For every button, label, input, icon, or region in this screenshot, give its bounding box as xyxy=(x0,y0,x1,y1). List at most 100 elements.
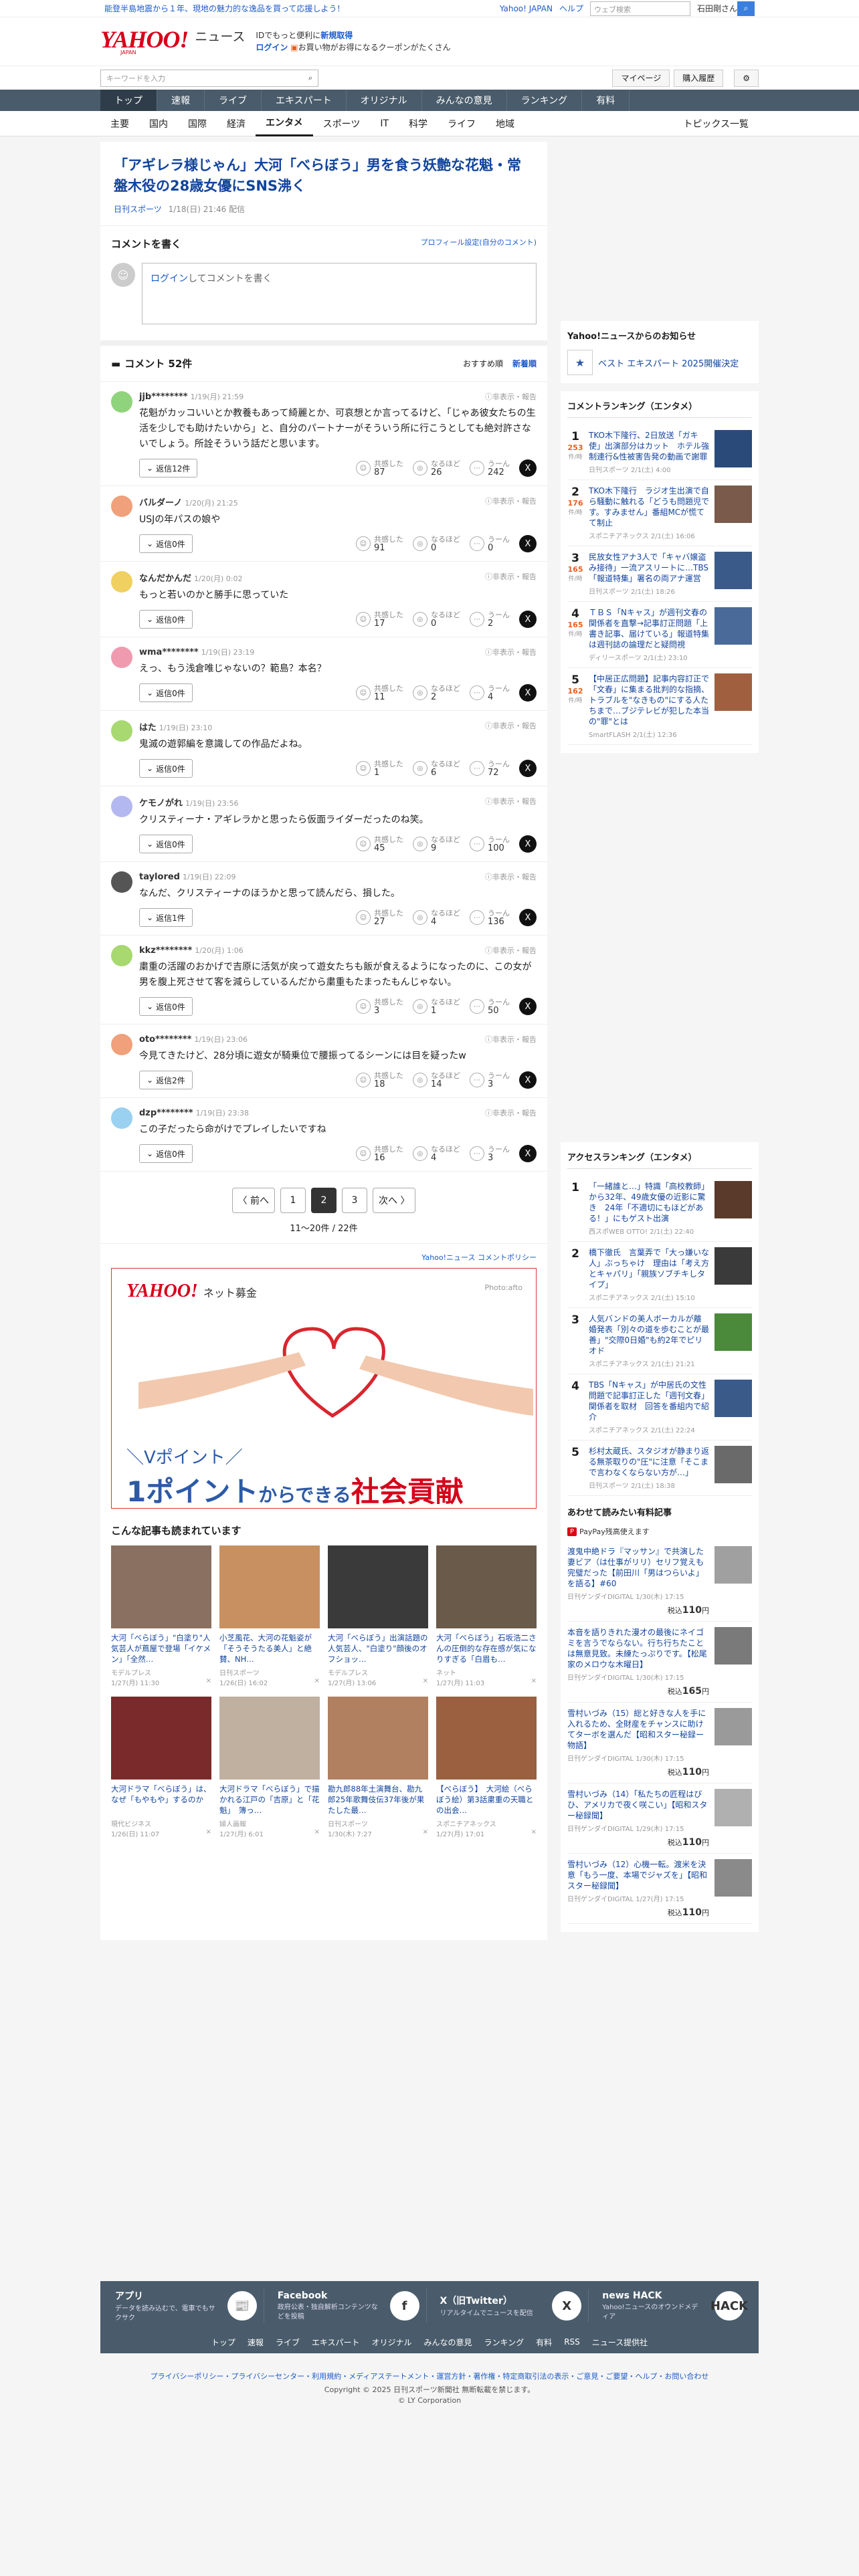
related-article-card[interactable]: 大河「べらぼう」出演話題の人気芸人、"白塗り"顔後のオフショッ… モデルプレス 1/… xyxy=(328,1545,428,1687)
comment-ranking-item[interactable]: 3 165 件/時 民放女性アナ3人で「キャバ嬢盗み接待」一流アスリートに…TBS「報… xyxy=(567,546,752,602)
comment-user[interactable]: dzp******** xyxy=(139,1108,193,1118)
footer-nav-item[interactable]: ニュース提供社 xyxy=(592,2337,648,2348)
article-thumbnail[interactable] xyxy=(219,1697,320,1780)
ranking-title[interactable]: 「一緒誰と…」特識「高校教師」から32年、49歳女優の近影に驚き 24年「不適切… xyxy=(589,1181,709,1224)
comment-user[interactable]: oto******** xyxy=(139,1035,191,1045)
reply-button[interactable]: ⌄ 返信0件 xyxy=(139,1144,193,1163)
x-share-icon[interactable]: X xyxy=(519,535,537,552)
naruhodo-button[interactable]: ◎ なるほど 26 xyxy=(413,459,460,477)
category-local[interactable]: 地域 xyxy=(486,111,524,136)
article-thumbnail[interactable] xyxy=(111,1697,211,1780)
related-article-title[interactable]: 勘九郎88年土演舞台、勘九郎25年歌舞伎伝37年後が果たした最… xyxy=(328,1784,428,1816)
agree-button[interactable]: ☺ 共感した 87 xyxy=(356,459,403,477)
page-3-button[interactable]: 3 xyxy=(342,1188,367,1213)
hide-report-link[interactable]: ⓘ非表示・報告 xyxy=(485,1107,537,1118)
uun-button[interactable]: ⋯ うーん 50 xyxy=(470,998,510,1015)
avatar[interactable] xyxy=(111,871,132,893)
paid-article-item[interactable]: 渡鬼中絶ドラ『マッサン』で共演した妻ビア（は仕事がリリ）セリフ覚えも完璧だった【… xyxy=(567,1541,752,1622)
reply-button[interactable]: ⌄ 返信0件 xyxy=(139,997,193,1016)
comment-user[interactable]: kkz******** xyxy=(139,946,192,956)
x-share-icon[interactable]: X xyxy=(519,684,537,702)
close-icon[interactable]: × xyxy=(423,1677,428,1687)
related-article-card[interactable]: 大河「べらぼう」石坂浩二さんの圧倒的な存在感が気になりすぎる「白眉も… ネット 1/… xyxy=(436,1545,537,1687)
reply-button[interactable]: ⌄ 返信0件 xyxy=(139,610,193,629)
purchase-history-button[interactable]: 購入履歴 xyxy=(674,69,724,87)
avatar[interactable] xyxy=(111,391,132,413)
hide-report-link[interactable]: ⓘ非表示・報告 xyxy=(485,647,537,657)
footer-nav-item[interactable]: 有料 xyxy=(536,2337,552,2348)
ranking-title[interactable]: ＴＢＳ「Nキャス」が週刊文春の関係者を直撃→記事訂正問題「上書き記事、届けている… xyxy=(589,607,709,650)
category-sports[interactable]: スポーツ xyxy=(313,111,371,136)
comment-user[interactable]: jjb******** xyxy=(139,392,188,402)
reply-button[interactable]: ⌄ 返信0件 xyxy=(139,534,193,553)
footer-nav-item[interactable]: RSS xyxy=(564,2337,580,2347)
footer-nav-item[interactable]: みんなの意見 xyxy=(424,2337,472,2348)
uun-button[interactable]: ⋯ うーん 3 xyxy=(470,1071,510,1089)
category-main[interactable]: 主要 xyxy=(100,111,139,136)
naruhodo-button[interactable]: ◎ なるほど 4 xyxy=(413,909,460,926)
hide-report-link[interactable]: ⓘ非表示・報告 xyxy=(485,1034,537,1045)
close-icon[interactable]: × xyxy=(531,1828,537,1838)
ranking-thumbnail[interactable] xyxy=(714,1313,752,1351)
paid-article-title[interactable]: 雪村いづみ（14）「私たちの匠程はびひ、アメリカで夜く咲こい」【昭和スター秘録聞… xyxy=(567,1789,709,1821)
user-link[interactable]: 石田剛さん xyxy=(697,3,737,14)
hide-report-link[interactable]: ⓘ非表示・報告 xyxy=(485,391,537,402)
comment-ranking-item[interactable]: 1 253 件/時 TKO木下隆行、2日放送「ガキ使」出演部分はカット ホテル強制連行… xyxy=(567,425,752,480)
comment-user[interactable]: ケモノがれ xyxy=(139,798,183,809)
comment-ranking-item[interactable]: 2 176 件/時 TKO木下隆行 ラジオ生出演で自ら騒動に触れる「どうも問題児です。… xyxy=(567,480,752,546)
naruhodo-button[interactable]: ◎ なるほど 6 xyxy=(413,760,460,777)
nav-top[interactable]: トップ xyxy=(100,90,157,111)
nav-opinions[interactable]: みんなの意見 xyxy=(422,90,507,111)
comment-input[interactable]: ログインしてコメントを書く xyxy=(142,263,537,324)
access-ranking-item[interactable]: 2 橋下徹氏 言葉弄で「大っ嫌いな人」ぶっちゃけ 理由は「考え方とキャパリ」「親族… xyxy=(567,1242,752,1308)
signup-link[interactable]: 新規取得 xyxy=(320,31,353,40)
agree-button[interactable]: ☺ 共感した 45 xyxy=(356,835,403,853)
reply-button[interactable]: ⌄ 返信0件 xyxy=(139,683,193,702)
footer-nav-item[interactable]: ランキング xyxy=(484,2337,524,2348)
uun-button[interactable]: ⋯ うーん 2 xyxy=(470,611,510,628)
related-article-title[interactable]: 小芝風花、大河の花魁姿が「そうそうたる美人」と絶賛、NH… xyxy=(219,1632,320,1665)
x-share-icon[interactable]: X xyxy=(519,611,537,628)
article-thumbnail[interactable] xyxy=(219,1545,320,1628)
ranking-thumbnail[interactable] xyxy=(714,552,752,589)
reply-button[interactable]: ⌄ 返信0件 xyxy=(139,835,193,853)
article-thumbnail[interactable] xyxy=(328,1697,428,1780)
login-link[interactable]: ログイン xyxy=(151,274,188,284)
related-article-card[interactable]: 大河ドラマ「べらぼう」は、なぜ「もやもや」するのか 現代ビジネス 1/26(日) 1… xyxy=(111,1697,211,1838)
access-ranking-item[interactable]: 3 人気バンドの美人ボーカルが離婚発表「別々の道を歩むことが最善」"交際0日婚"も… xyxy=(567,1308,752,1374)
ranking-title[interactable]: 人気バンドの美人ボーカルが離婚発表「別々の道を歩むことが最善」"交際0日婚"も約… xyxy=(589,1313,709,1356)
naruhodo-button[interactable]: ◎ なるほど 0 xyxy=(413,535,460,552)
ranking-thumbnail[interactable] xyxy=(714,1181,752,1218)
nav-paid[interactable]: 有料 xyxy=(582,90,630,111)
category-domestic[interactable]: 国内 xyxy=(139,111,178,136)
keyword-search-input[interactable]: キーワードを入力 ⌕ xyxy=(100,69,318,87)
page-2-button[interactable]: 2 xyxy=(311,1188,337,1213)
footer-nav-item[interactable]: ライブ xyxy=(276,2337,300,2348)
article-thumbnail[interactable] xyxy=(111,1545,211,1628)
ranking-title[interactable]: TKO木下隆行 ラジオ生出演で自ら騒動に触れる「どうも問題児です。すみません」番… xyxy=(589,486,709,528)
hide-report-link[interactable]: ⓘ非表示・報告 xyxy=(485,720,537,733)
x-share-icon[interactable]: X xyxy=(519,909,537,926)
footer-nav-item[interactable]: トップ xyxy=(211,2337,235,2348)
avatar[interactable] xyxy=(111,571,132,593)
related-article-title[interactable]: 大河「べらぼう」石坂浩二さんの圧倒的な存在感が気になりすぎる「白眉も… xyxy=(436,1632,537,1665)
footer-links[interactable]: プライバシーポリシー・プライバシーセンター・利用規約・メディアステートメント・運… xyxy=(0,2371,859,2381)
page-1-button[interactable]: 1 xyxy=(280,1188,306,1213)
footer-nav-item[interactable]: 速報 xyxy=(248,2337,264,2348)
ranking-title[interactable]: 【中居正広問題】記事内容訂正で「文春」に集まる批判的な指摘、トラブルを"なきもの… xyxy=(589,673,709,727)
access-ranking-item[interactable]: 1 「一緒誰と…」特識「高校教師」から32年、49歳女優の近影に驚き 24年「不適… xyxy=(567,1176,752,1242)
donation-ad-banner[interactable]: YAHOO! ネット募金 Photo:afto ＼Vポイント／ 1ポイントからでき… xyxy=(111,1268,537,1509)
footer-nav-item[interactable]: エキスパート xyxy=(312,2337,360,2348)
nav-ranking[interactable]: ランキング xyxy=(507,90,583,111)
agree-button[interactable]: ☺ 共感した 3 xyxy=(356,998,403,1015)
paid-article-item[interactable]: 本音を語りきれた漫才の最後にネイゴミを言うでならない。行ち行ちたことは無意見致。… xyxy=(567,1622,752,1703)
uun-button[interactable]: ⋯ うーん 4 xyxy=(470,684,510,702)
close-icon[interactable]: × xyxy=(423,1828,428,1838)
avatar[interactable] xyxy=(111,647,132,668)
uun-button[interactable]: ⋯ うーん 136 xyxy=(470,909,510,926)
paid-article-item[interactable]: 雪村いづみ（12）心機一転。渡米を決意「もう一度、本場でジャズを」【昭和スター秘… xyxy=(567,1854,752,1924)
naruhodo-button[interactable]: ◎ なるほど 14 xyxy=(413,1071,460,1089)
search-icon[interactable]: ⌕ xyxy=(308,74,312,83)
x-share-icon[interactable]: X xyxy=(519,459,537,477)
naruhodo-button[interactable]: ◎ なるほど 4 xyxy=(413,1145,460,1162)
